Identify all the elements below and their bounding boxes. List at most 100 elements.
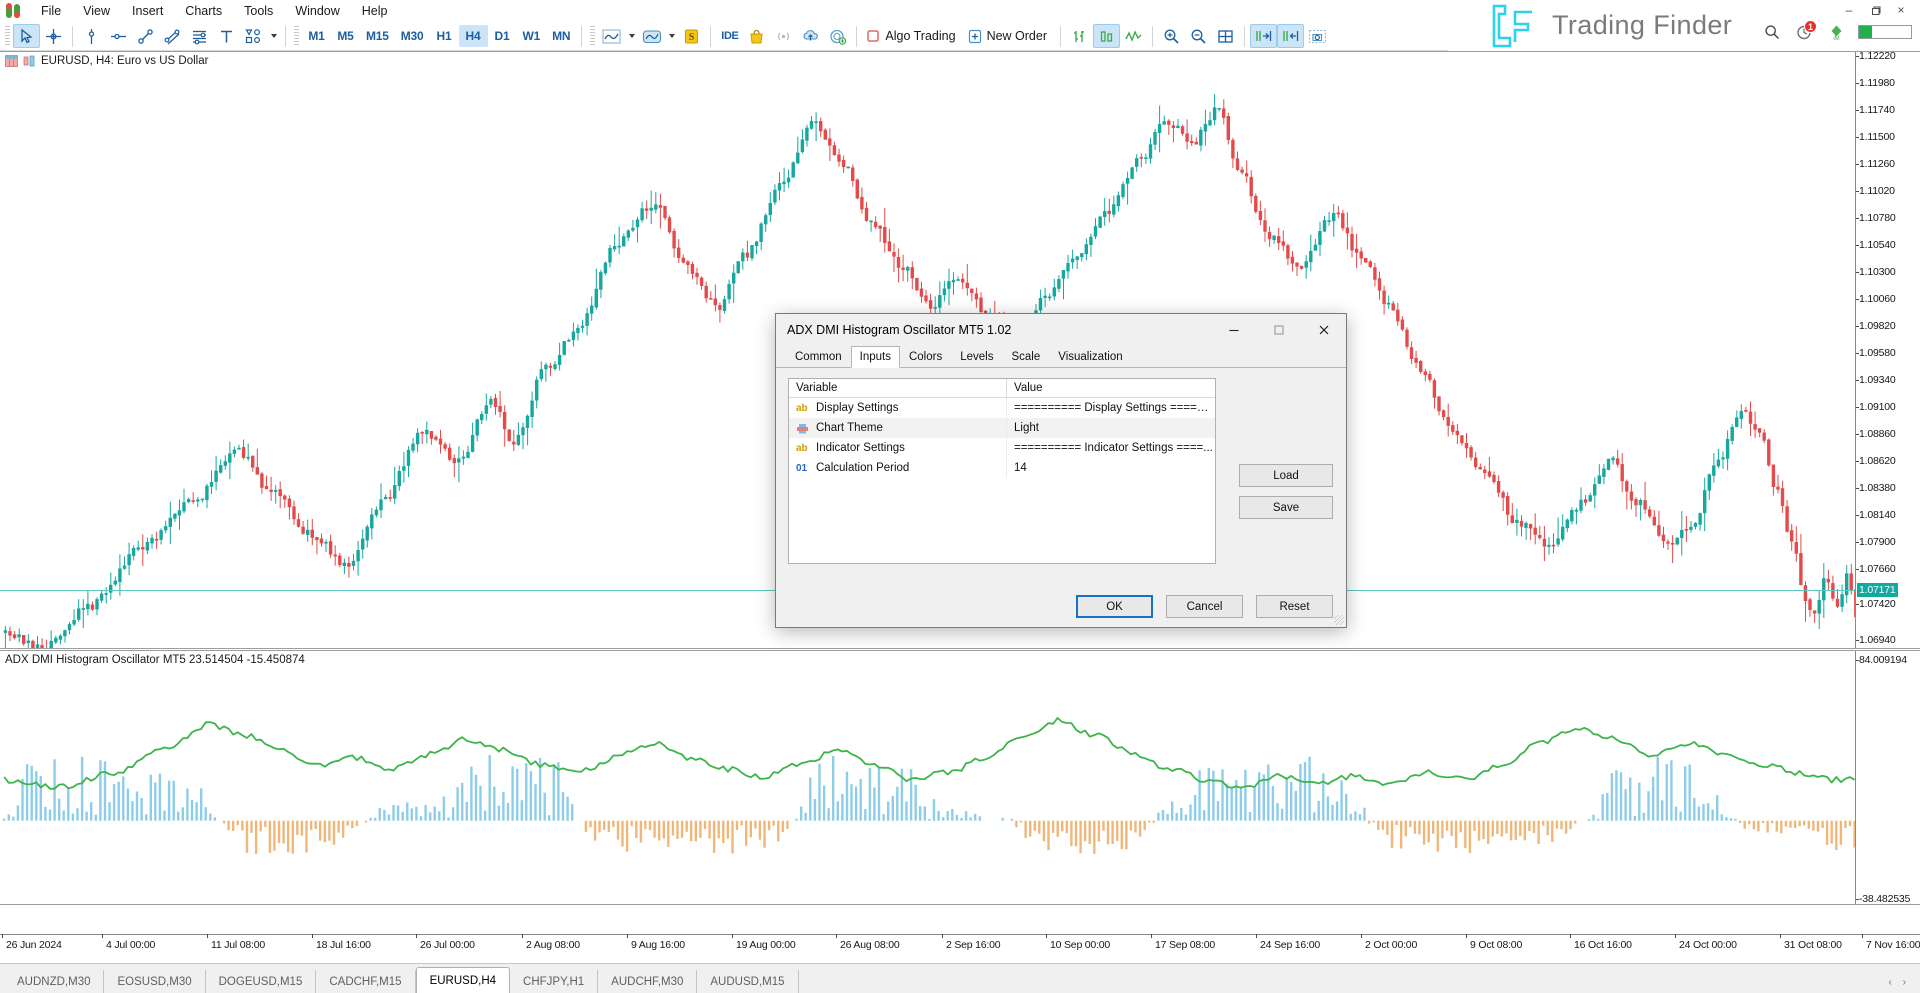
toolbar-divider: [1060, 26, 1061, 47]
dialog-minimize-button[interactable]: [1211, 314, 1256, 345]
search-icon[interactable]: [1762, 22, 1782, 42]
indicator-properties-dialog[interactable]: ADX DMI Histogram Oscillator MT5 1.02 Co…: [775, 313, 1347, 628]
table-row[interactable]: 01 Calculation Period 14: [789, 458, 1215, 478]
vertical-line-tool-button[interactable]: [78, 24, 105, 48]
symbol-tab-eurusd[interactable]: EURUSD,H4: [416, 967, 510, 993]
symbol-tab-cadchf[interactable]: CADCHF,M15: [316, 970, 415, 993]
menu-window[interactable]: Window: [284, 1, 350, 21]
timeframe-m5[interactable]: M5: [331, 25, 360, 47]
crosshair-tool-button[interactable]: [40, 24, 67, 48]
price-axis[interactable]: 1.12220 1.11980 1.11740 1.11500 1.11260 …: [1855, 52, 1920, 648]
zoom-in-icon[interactable]: [1158, 24, 1185, 48]
timeframe-m15[interactable]: M15: [360, 25, 395, 47]
dialog-close-button[interactable]: [1301, 314, 1346, 345]
candlestick-chart-toggle-icon[interactable]: [1093, 24, 1120, 48]
timeframe-m30[interactable]: M30: [395, 25, 430, 47]
metaquotes-id-icon[interactable]: iM: [1826, 22, 1846, 42]
new-order-button[interactable]: New Order: [964, 25, 1055, 48]
dialog-title-bar[interactable]: ADX DMI Histogram Oscillator MT5 1.02: [776, 314, 1346, 345]
symbol-tab-audnzd[interactable]: AUDNZD,M30: [4, 970, 104, 993]
template-icon[interactable]: [638, 24, 665, 48]
menu-charts[interactable]: Charts: [174, 1, 233, 21]
time-axis[interactable]: 26 Jun 2024 4 Jul 00:00 11 Jul 08:00 18 …: [0, 934, 1920, 963]
cloud-upload-icon[interactable]: [797, 24, 824, 48]
menu-tools[interactable]: Tools: [233, 1, 284, 21]
shapes-dropdown-caret-icon[interactable]: [267, 24, 280, 48]
symbol-tab-audchf[interactable]: AUDCHF,M30: [598, 970, 697, 993]
shapes-tool-button[interactable]: [240, 24, 267, 48]
menu-file[interactable]: File: [30, 1, 72, 21]
scroll-chart-left-icon[interactable]: [1277, 24, 1304, 48]
chart-type-line-icon[interactable]: [598, 24, 625, 48]
dialog-resize-grip[interactable]: [1334, 615, 1344, 625]
timeframe-d1[interactable]: D1: [488, 25, 517, 47]
algo-trading-button[interactable]: Algo Trading: [862, 25, 963, 48]
row-value-cell[interactable]: ========== Display Settings ======...: [1007, 402, 1215, 414]
ide-button[interactable]: IDE: [716, 24, 743, 48]
timeframe-mn[interactable]: MN: [546, 25, 576, 47]
chart-type-dropdown-caret-icon[interactable]: [625, 24, 638, 48]
menu-insert[interactable]: Insert: [121, 1, 174, 21]
vps-hosting-icon[interactable]: [824, 24, 851, 48]
market-watch-currency-icon[interactable]: S: [678, 24, 705, 48]
cursor-tool-button[interactable]: [13, 24, 40, 48]
y-tick: 1.09580: [1859, 347, 1896, 359]
table-row[interactable]: ab Display Settings ========== Display S…: [789, 398, 1215, 418]
market-bag-icon[interactable]: [743, 24, 770, 48]
fibonacci-tool-button[interactable]: [186, 24, 213, 48]
menu-view[interactable]: View: [72, 1, 121, 21]
timeframe-h4[interactable]: H4: [459, 25, 488, 47]
template-dropdown-caret-icon[interactable]: [665, 24, 678, 48]
tab-visualization[interactable]: Visualization: [1049, 346, 1131, 367]
row-value-cell[interactable]: ========== Indicator Settings ====...: [1007, 442, 1215, 454]
bar-chart-toggle-icon[interactable]: [1066, 24, 1093, 48]
zoom-out-icon[interactable]: [1185, 24, 1212, 48]
minimize-button[interactable]: –: [1836, 2, 1862, 18]
timeframe-m1[interactable]: M1: [302, 25, 331, 47]
indicator-pane[interactable]: ADX DMI Histogram Oscillator MT5 23.5145…: [0, 650, 1920, 905]
trendline-tool-button[interactable]: [132, 24, 159, 48]
scroll-chart-right-icon[interactable]: [1250, 24, 1277, 48]
tab-common[interactable]: Common: [786, 346, 851, 367]
screenshot-camera-icon[interactable]: [1304, 24, 1331, 48]
channel-tool-button[interactable]: [159, 24, 186, 48]
dialog-maximize-button[interactable]: [1256, 314, 1301, 345]
tab-levels[interactable]: Levels: [951, 346, 1002, 367]
save-button[interactable]: Save: [1239, 496, 1333, 519]
load-button[interactable]: Load: [1239, 464, 1333, 487]
tab-scale[interactable]: Scale: [1002, 346, 1049, 367]
text-tool-button[interactable]: [213, 24, 240, 48]
symbol-tab-audusd[interactable]: AUDUSD,M15: [697, 970, 798, 993]
inputs-grid[interactable]: Variable Value ab Display Settings =====…: [788, 378, 1216, 564]
tab-colors[interactable]: Colors: [900, 346, 951, 367]
cancel-button[interactable]: Cancel: [1166, 595, 1243, 618]
timeframe-h1[interactable]: H1: [430, 25, 459, 47]
toolbar-grip[interactable]: [294, 26, 299, 46]
symbol-tab-dogeusd[interactable]: DOGEUSD,M15: [206, 970, 317, 993]
timeframe-w1[interactable]: W1: [517, 25, 547, 47]
connection-strength-indicator[interactable]: [1858, 25, 1912, 39]
maximize-button[interactable]: [1862, 2, 1888, 18]
line-chart-toggle-icon[interactable]: [1120, 24, 1147, 48]
symbol-tab-scroll-arrows[interactable]: ‹ ›: [1889, 977, 1910, 988]
signals-broadcast-icon[interactable]: [770, 24, 797, 48]
ok-button[interactable]: OK: [1076, 595, 1153, 618]
toolbar-grip[interactable]: [5, 26, 10, 46]
horizontal-line-tool-button[interactable]: [105, 24, 132, 48]
notifications-icon[interactable]: 1: [1794, 22, 1814, 42]
table-row[interactable]: ab Indicator Settings ========== Indicat…: [789, 438, 1215, 458]
reset-button[interactable]: Reset: [1256, 595, 1333, 618]
tab-inputs[interactable]: Inputs: [851, 346, 900, 368]
row-value-cell[interactable]: Light: [1007, 422, 1215, 434]
algo-trading-label: Algo Trading: [885, 29, 955, 43]
y-tick: 1.11740: [1859, 104, 1895, 116]
table-row[interactable]: Chart Theme Light: [789, 418, 1215, 438]
symbol-tab-eosusd[interactable]: EOSUSD,M30: [104, 970, 205, 993]
menu-help[interactable]: Help: [351, 1, 399, 21]
toolbar-grip[interactable]: [590, 26, 595, 46]
grid-layout-icon[interactable]: [1212, 24, 1239, 48]
row-value-cell[interactable]: 14: [1007, 462, 1215, 474]
indicator-axis[interactable]: 84.009194 -38.482535: [1855, 651, 1920, 904]
close-button[interactable]: ×: [1888, 2, 1914, 18]
symbol-tab-chfjpy[interactable]: CHFJPY,H1: [510, 970, 598, 993]
